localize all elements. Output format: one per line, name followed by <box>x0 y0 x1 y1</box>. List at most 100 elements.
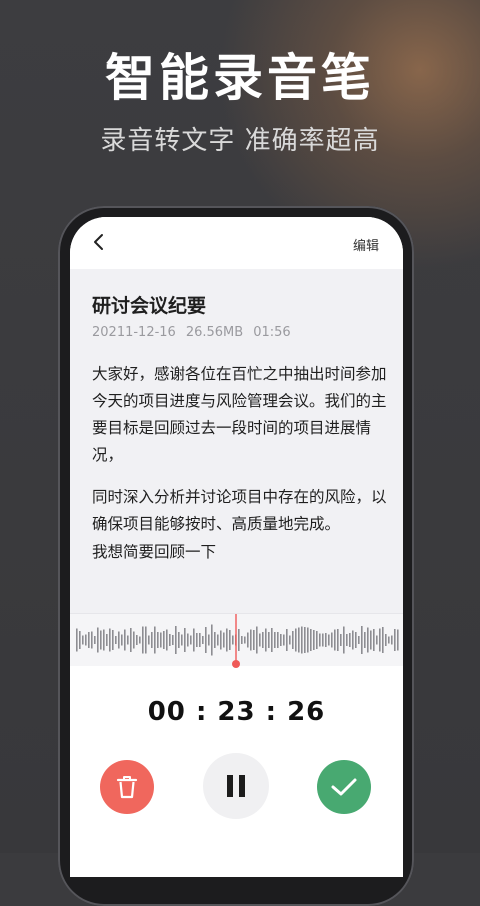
waveform-bar <box>379 628 381 652</box>
waveform-bar <box>316 631 318 649</box>
waveform[interactable] <box>70 613 403 668</box>
note-meta: 20211-12-16 26.56MB 01:56 <box>92 325 291 340</box>
waveform-bar <box>382 627 384 653</box>
note-title: 研讨会议纪要 <box>92 295 207 317</box>
waveform-bar <box>280 634 282 646</box>
waveform-bar <box>346 634 348 646</box>
waveform-bar <box>79 631 81 649</box>
waveform-bar <box>361 626 363 654</box>
playhead-handle[interactable] <box>232 660 240 668</box>
waveform-bar <box>367 627 369 653</box>
waveform-bar <box>187 633 189 647</box>
waveform-bar <box>121 634 123 646</box>
waveform-bar <box>217 634 219 646</box>
waveform-bar <box>229 630 231 650</box>
note-duration: 01:56 <box>253 325 291 340</box>
waveform-bar <box>166 629 168 651</box>
waveform-bar <box>262 632 264 648</box>
pause-icon <box>227 775 245 797</box>
waveform-bar <box>289 635 291 645</box>
hero-title: 智能录音笔 <box>105 49 375 107</box>
waveform-bar <box>331 632 333 648</box>
waveform-bar <box>172 635 174 645</box>
top-bar: 编辑 <box>70 217 403 269</box>
waveform-bar <box>283 634 285 646</box>
waveform-bar <box>349 633 351 647</box>
waveform-bar <box>130 628 132 652</box>
recording-timer: 00 : 23 : 26 <box>147 697 326 727</box>
note-size: 26.56MB <box>185 325 244 340</box>
waveform-bar <box>250 629 252 651</box>
waveform-bar <box>220 630 222 650</box>
waveform-bar <box>157 632 159 648</box>
done-button[interactable] <box>317 760 371 814</box>
waveform-bar <box>184 628 186 652</box>
waveform-bar <box>325 633 327 647</box>
waveform-bar <box>259 633 261 647</box>
waveform-bar <box>226 628 228 652</box>
waveform-bar <box>208 634 210 646</box>
waveform-bar <box>304 627 306 653</box>
waveform-bar <box>274 632 276 648</box>
note-date: 20211-12-16 <box>92 325 176 340</box>
waveform-bar <box>292 631 294 649</box>
waveform-bar <box>397 629 399 651</box>
waveform-bar <box>154 626 156 654</box>
waveform-bar <box>265 628 267 652</box>
waveform-bar <box>214 632 216 648</box>
phone-screen: 编辑 研讨会议纪要 20211-12-16 26.56MB 01:56 大家好，… <box>70 217 403 877</box>
waveform-bar <box>205 627 207 653</box>
waveform-bar <box>298 627 300 653</box>
edit-button[interactable]: 编辑 <box>353 235 379 254</box>
waveform-bar <box>169 634 171 646</box>
waveform-bar <box>76 628 78 652</box>
waveform-bar <box>364 632 366 648</box>
waveform-graphic <box>76 614 399 668</box>
waveform-bar <box>115 636 117 644</box>
chevron-left-icon[interactable] <box>90 233 108 251</box>
waveform-bar <box>145 626 147 654</box>
hero-subtitle: 录音转文字 准确率超高 <box>100 126 380 156</box>
waveform-bar <box>175 626 177 654</box>
waveform-bar <box>313 630 315 650</box>
waveform-bar <box>88 632 90 648</box>
waveform-bar <box>253 630 255 650</box>
waveform-bar <box>94 636 96 644</box>
waveform-bar <box>148 635 150 645</box>
waveform-bar <box>352 630 354 650</box>
waveform-bar <box>223 632 225 648</box>
waveform-bar <box>112 630 114 650</box>
pause-button[interactable] <box>203 753 269 819</box>
waveform-bar <box>85 634 87 646</box>
waveform-bar <box>328 634 330 646</box>
waveform-bar <box>142 626 144 654</box>
waveform-bar <box>106 634 108 646</box>
waveform-bar <box>301 626 303 654</box>
waveform-bar <box>109 628 111 652</box>
waveform-bar <box>133 631 135 649</box>
waveform-bar <box>286 629 288 651</box>
trash-icon <box>116 776 138 799</box>
waveform-bar <box>394 629 396 651</box>
waveform-bar <box>238 629 240 651</box>
waveform-bar <box>340 634 342 646</box>
transcript-paragraph-1: 大家好，感谢各位在百忙之中抽出时间参加今天的项目进度与风险管理会议。我们的主要目… <box>92 365 387 464</box>
delete-button[interactable] <box>100 760 154 814</box>
waveform-bar <box>136 635 138 645</box>
transcript-card: 研讨会议纪要 20211-12-16 26.56MB 01:56 大家好，感谢各… <box>70 269 403 665</box>
waveform-bar <box>178 632 180 648</box>
waveform-bar <box>103 629 105 651</box>
waveform-bar <box>373 629 375 651</box>
waveform-bar <box>256 626 258 654</box>
waveform-bar <box>358 636 360 644</box>
waveform-bar <box>139 636 141 644</box>
waveform-bar <box>319 633 321 647</box>
waveform-bar <box>118 631 120 649</box>
transcript-paragraph-2: 同时深入分析并讨论项目中存在的风险，以确保项目能够按时、高质量地完成。 <box>92 488 387 533</box>
waveform-bar <box>196 633 198 647</box>
waveform-bar <box>355 632 357 648</box>
waveform-bar <box>232 635 234 645</box>
waveform-bar <box>193 628 195 652</box>
transcript-paragraph-3: 我想简要回顾一下 <box>92 543 217 561</box>
waveform-bar <box>124 629 126 651</box>
